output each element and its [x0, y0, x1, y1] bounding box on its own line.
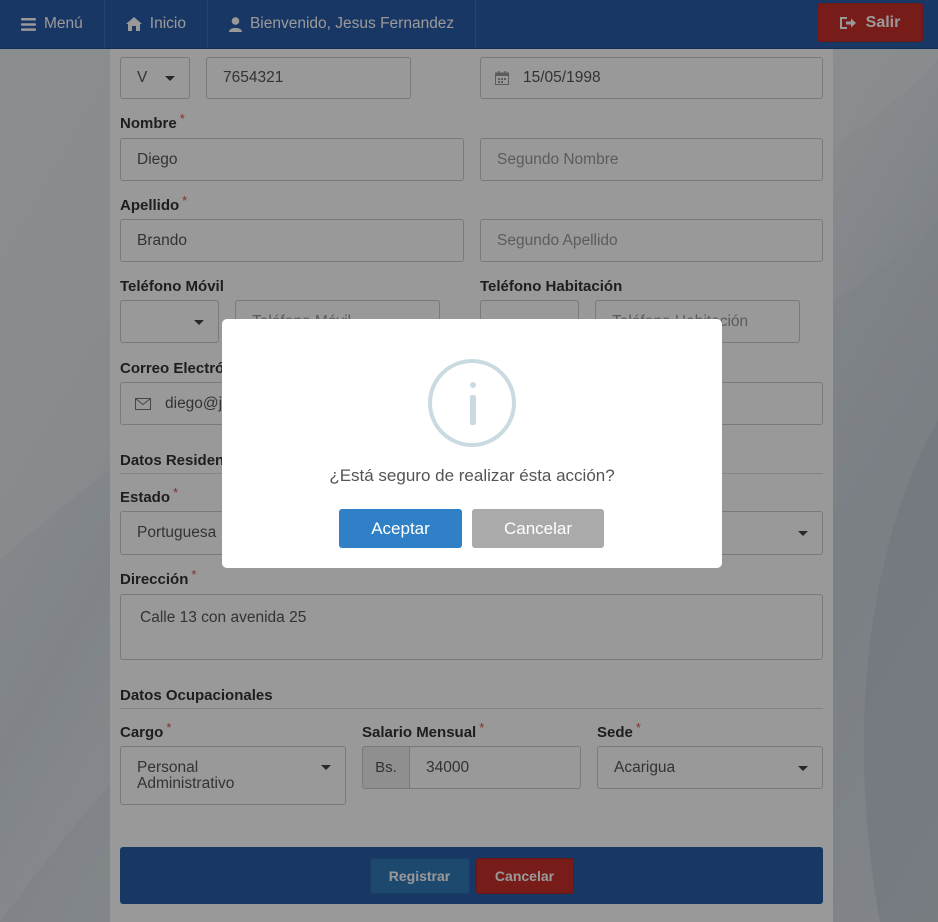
confirm-message: ¿Está seguro de realizar ésta acción? — [329, 466, 615, 485]
confirm-cancel-button[interactable]: Cancelar — [472, 509, 604, 548]
confirm-accept-button[interactable]: Aceptar — [339, 509, 462, 548]
info-icon — [428, 359, 516, 447]
confirm-dialog: ¿Está seguro de realizar ésta acción? Ac… — [222, 319, 722, 568]
